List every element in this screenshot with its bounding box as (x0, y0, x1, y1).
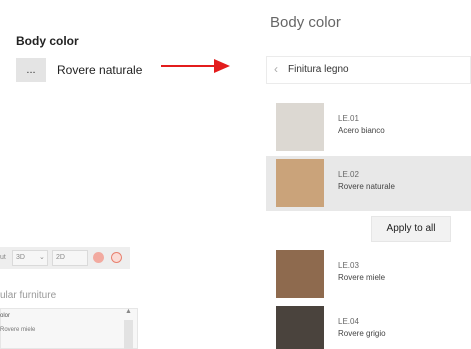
chevron-down-icon: ⌄ (39, 254, 45, 261)
left-body-color-label: Body color (16, 34, 79, 48)
caret-up-icon[interactable]: ▲ (125, 308, 132, 315)
record-icon[interactable] (93, 252, 104, 263)
chevron-left-icon: ‹ (274, 62, 278, 76)
color-code: LE.02 (338, 170, 359, 179)
apply-to-all-button[interactable]: Apply to all (371, 216, 451, 242)
back-row-label: Finitura legno (288, 64, 349, 75)
view-2d-dropdown[interactable]: 2D (52, 250, 88, 266)
color-option-le03[interactable]: LE.03 Rovere miele (266, 247, 471, 302)
color-option-le04[interactable]: LE.04 Rovere grigio (266, 303, 471, 349)
color-swatch (276, 250, 324, 298)
view-3d-label: 3D (16, 254, 25, 261)
background-toolbar: ut 3D ⌄ 2D (0, 247, 130, 269)
color-name: Rovere miele (338, 273, 386, 282)
color-option-le02-selected[interactable]: LE.02 Rovere naturale (266, 156, 471, 211)
red-arrow-line (161, 65, 216, 67)
color-swatch (276, 159, 324, 207)
back-to-finitura-legno[interactable]: ‹ Finitura legno (266, 56, 471, 84)
background-color-property-label: olor (0, 313, 11, 319)
color-name: Acero bianco (338, 126, 385, 135)
color-name: Rovere naturale (338, 182, 395, 191)
body-color-picker-button[interactable]: ... (16, 58, 46, 82)
color-option-le01[interactable]: LE.01 Acero bianco (266, 100, 471, 155)
color-code: LE.01 (338, 114, 359, 123)
color-code: LE.03 (338, 261, 359, 270)
red-arrow-head-icon (214, 59, 230, 73)
toolbar-truncated-label: ut (0, 254, 6, 261)
body-color-panel: Body color ‹ Finitura legno LE.01 Acero … (244, 0, 471, 349)
color-swatch (276, 306, 324, 349)
body-color-value: Rovere naturale (57, 63, 143, 77)
color-swatch (276, 103, 324, 151)
panel-title: Body color (270, 14, 341, 31)
color-code: LE.04 (338, 317, 359, 326)
info-icon[interactable] (111, 252, 122, 263)
color-name: Rovere grigio (338, 329, 386, 338)
view-3d-dropdown[interactable]: 3D ⌄ (12, 250, 48, 266)
view-2d-label: 2D (56, 254, 65, 261)
background-section-heading: ular furniture (0, 290, 57, 301)
background-scrollbar[interactable] (124, 320, 133, 349)
background-color-property-value: Rovere miele (0, 327, 36, 333)
